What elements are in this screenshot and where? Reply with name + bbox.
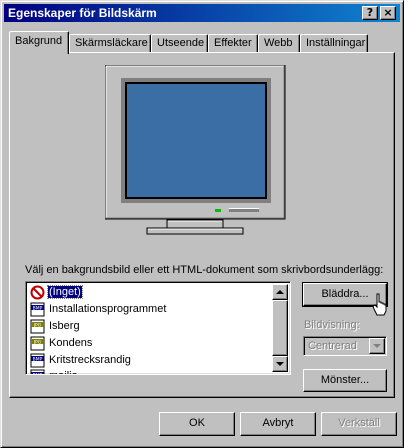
scroll-thumb[interactable] — [272, 300, 288, 356]
svg-text:BMP: BMP — [33, 305, 43, 311]
list-item[interactable]: BMP mailia — [29, 368, 79, 375]
bmp-icon: BMP — [30, 369, 45, 375]
tab-webb[interactable]: Webb — [258, 34, 300, 52]
svg-text:JPG: JPG — [33, 339, 42, 345]
tab-bakgrund[interactable]: Bakgrund — [9, 31, 69, 54]
list-item[interactable]: JPG Isberg — [29, 318, 81, 335]
scroll-down-button[interactable] — [272, 356, 288, 372]
window-title: Egenskaper för Bildskärm — [8, 6, 157, 20]
tab-skarmslackare[interactable]: Skärmsläckare — [69, 34, 151, 52]
jpg-icon: JPG — [30, 336, 45, 351]
display-properties-dialog: Egenskaper för Bildskärm ? × Bakgrund Sk… — [0, 0, 404, 448]
help-button[interactable]: ? — [362, 6, 378, 20]
list-item[interactable]: JPG Kondens — [29, 335, 93, 352]
monitor-preview — [105, 65, 286, 235]
hand-cursor-icon — [372, 293, 387, 316]
svg-text:JPG: JPG — [33, 322, 42, 328]
list-item[interactable]: BMP Kritstrecksrandig — [29, 352, 132, 369]
arrow-up-icon — [276, 290, 284, 294]
jpg-icon: JPG — [30, 319, 45, 334]
svg-text:BMP: BMP — [33, 372, 43, 375]
ok-button[interactable]: OK — [159, 412, 235, 436]
tab-installningar[interactable]: Inställningar — [300, 34, 368, 52]
monitor-screen — [127, 84, 265, 197]
pattern-button[interactable]: Mönster... — [303, 369, 387, 392]
cancel-button[interactable]: Avbryt — [240, 412, 316, 436]
bmp-icon: BMP — [30, 302, 45, 317]
tab-effekter[interactable]: Effekter — [208, 34, 258, 52]
title-bar[interactable]: Egenskaper för Bildskärm ? × — [4, 4, 400, 22]
list-scrollbar[interactable] — [272, 284, 288, 372]
arrow-down-icon — [276, 362, 284, 366]
close-button[interactable]: × — [380, 6, 396, 20]
display-mode-select[interactable]: Centrerad — [303, 336, 387, 356]
wallpaper-instruction: Välj en bakgrundsbild eller ett HTML-dok… — [25, 264, 384, 276]
display-mode-value: Centrerad — [308, 340, 357, 352]
svg-text:BMP: BMP — [33, 356, 43, 362]
chevron-down-icon — [373, 344, 381, 348]
dropdown-button[interactable] — [369, 338, 385, 354]
none-icon — [30, 285, 45, 300]
bmp-icon: BMP — [30, 353, 45, 368]
list-item[interactable]: BMP Installationsprogrammet — [29, 301, 167, 318]
list-item[interactable]: (Inget) — [29, 284, 83, 301]
tab-utseende[interactable]: Utseende — [151, 34, 208, 52]
apply-button[interactable]: Verkställ — [321, 412, 397, 436]
display-mode-label: Bildvisning: — [304, 319, 360, 331]
scroll-up-button[interactable] — [272, 284, 288, 300]
wallpaper-list[interactable]: (Inget) BMP Installationsprogrammet JPG … — [25, 281, 291, 375]
